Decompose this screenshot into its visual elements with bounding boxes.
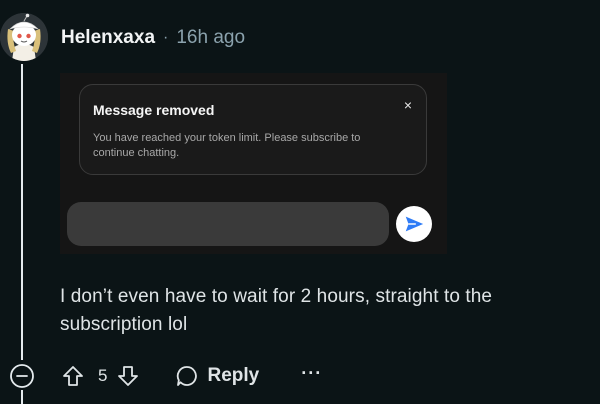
comment-thread: Helenxaxa · 16h ago Message removed × Yo… bbox=[0, 0, 600, 404]
thread-line-continuation[interactable] bbox=[21, 390, 23, 404]
message-removed-notice: Message removed × You have reached your … bbox=[79, 84, 427, 175]
more-options-button[interactable]: ··· bbox=[301, 363, 322, 390]
downvote-button[interactable] bbox=[115, 363, 141, 389]
send-button bbox=[396, 206, 432, 242]
close-icon: × bbox=[403, 97, 412, 113]
vote-score: 5 bbox=[98, 366, 108, 385]
collapse-thread-button[interactable] bbox=[9, 363, 35, 389]
arrow-up-icon bbox=[63, 366, 83, 386]
embedded-screenshot[interactable]: Message removed × You have reached your … bbox=[60, 73, 447, 254]
meta-separator: · bbox=[163, 29, 169, 46]
arrow-down-icon bbox=[118, 366, 139, 386]
reply-button[interactable]: Reply bbox=[175, 364, 259, 388]
avatar[interactable] bbox=[0, 13, 48, 61]
comment-meta: Helenxaxa · 16h ago bbox=[61, 25, 245, 51]
username[interactable]: Helenxaxa bbox=[61, 27, 155, 49]
comment-actions: 5 Reply ··· bbox=[60, 360, 322, 392]
notice-body: You have reached your token limit. Pleas… bbox=[93, 132, 361, 159]
minus-circle-icon bbox=[10, 364, 34, 388]
chat-input-field bbox=[67, 202, 389, 246]
thread-line[interactable] bbox=[21, 64, 23, 360]
notice-title: Message removed bbox=[93, 102, 215, 118]
timestamp[interactable]: 16h ago bbox=[176, 27, 245, 49]
upvote-button[interactable] bbox=[60, 363, 86, 389]
snoo-avatar-icon bbox=[0, 13, 48, 61]
comment-body: I don’t even have to wait for 2 hours, s… bbox=[60, 286, 493, 335]
speech-bubble-icon bbox=[177, 366, 198, 386]
reply-label: Reply bbox=[207, 365, 260, 386]
send-arrow-icon bbox=[405, 216, 424, 232]
